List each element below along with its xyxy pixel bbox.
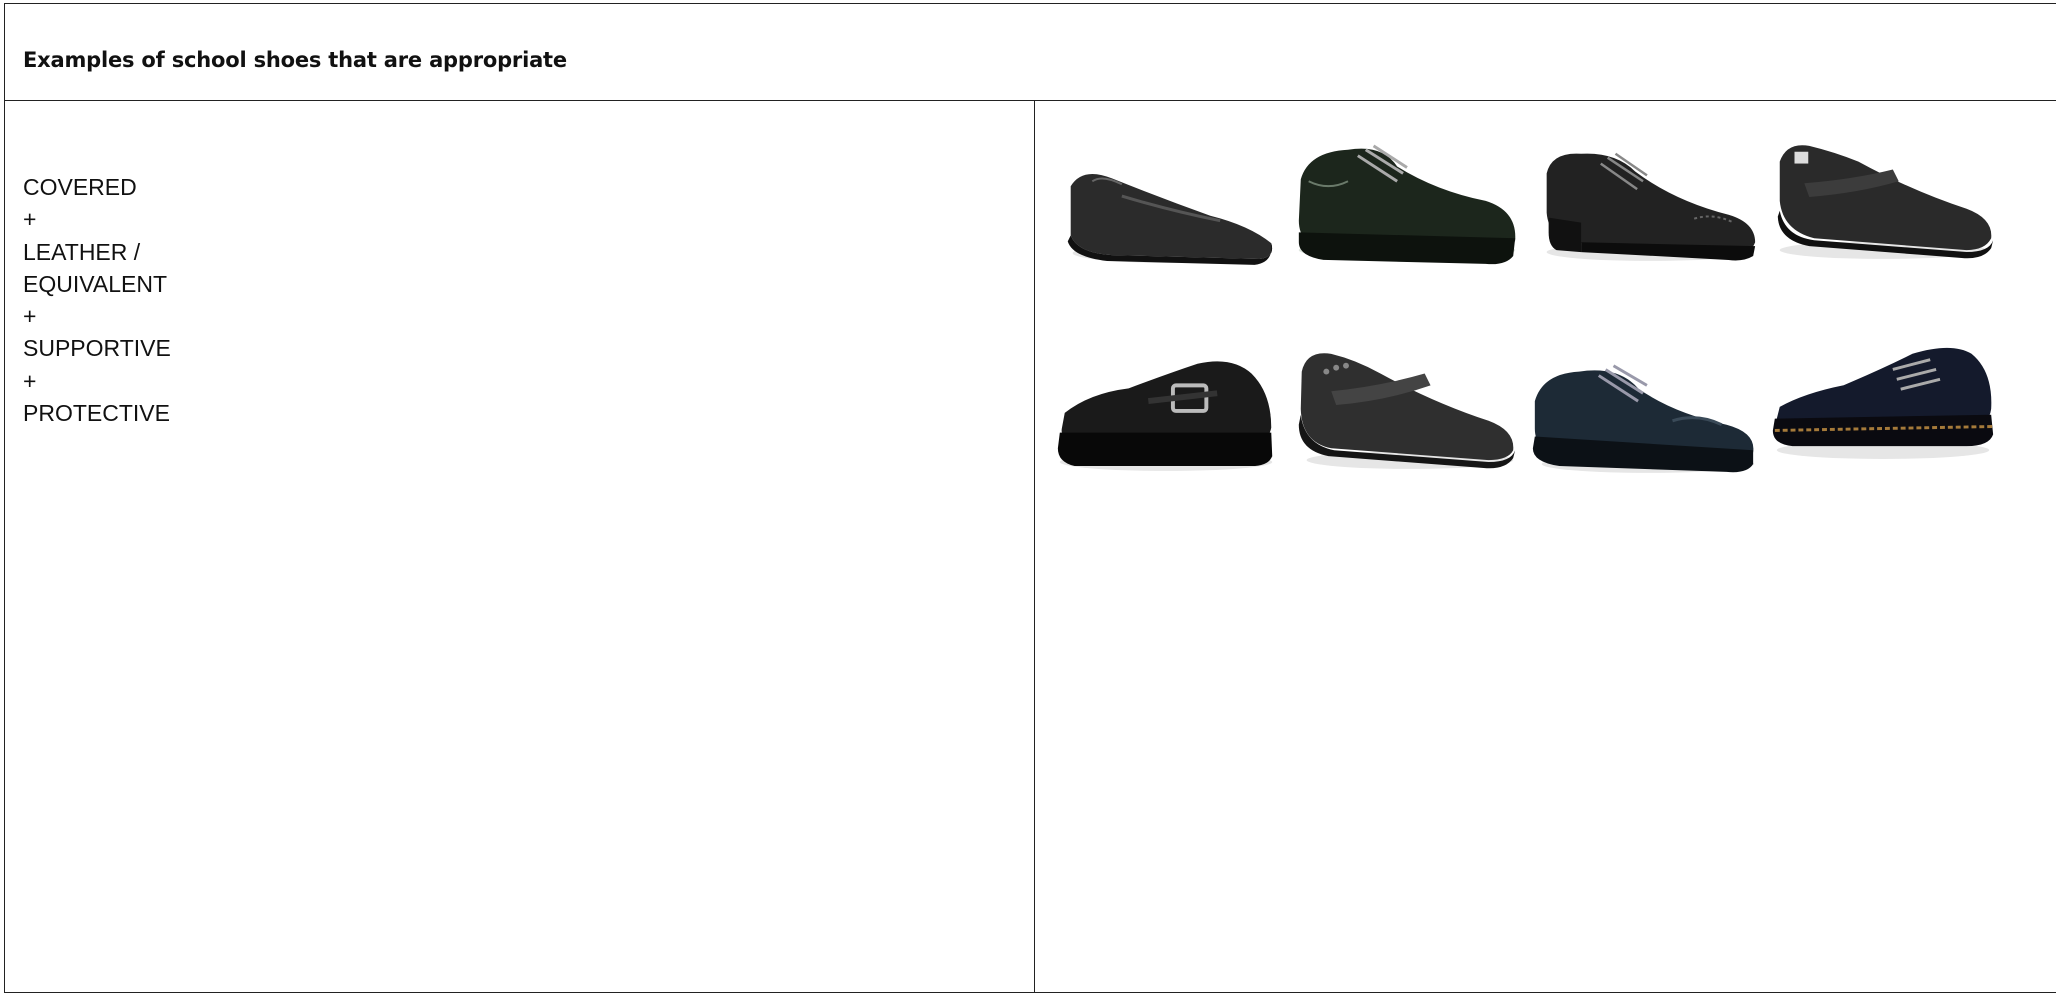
criteria-item: LEATHER / [23,236,1034,268]
criteria-cell: COVERED + LEATHER / EQUIVALENT + SUPPORT… [5,101,1035,993]
lace-up-shoe-icon [1289,121,1525,271]
criteria-item: + [23,203,1034,235]
strap-shoe-icon [1765,121,2001,271]
derby-shoe-icon [1525,333,1761,483]
criteria-item: PROTECTIVE [23,397,1034,429]
criteria-list: COVERED + LEATHER / EQUIVALENT + SUPPORT… [5,101,1034,429]
criteria-item: EQUIVALENT [23,268,1034,300]
criteria-item: + [23,365,1034,397]
shoe-gallery [1035,101,2056,992]
mary-jane-shoe-icon [1287,331,1523,481]
table-header: Examples of school shoes that are approp… [5,4,2056,72]
buckle-shoe-icon [1050,333,1286,483]
criteria-item: COVERED [23,171,1034,203]
criteria-item: SUPPORTIVE [23,332,1034,364]
shoe-guide-table: Examples of school shoes that are approp… [4,3,2056,993]
images-cell [1034,101,2056,993]
boot-shoe-icon [1765,323,2001,473]
brogue-shoe-icon [1527,123,1763,273]
header-cell: Examples of school shoes that are approp… [5,4,2056,101]
criteria-item: + [23,300,1034,332]
loafer-shoe-icon [1053,126,1289,276]
